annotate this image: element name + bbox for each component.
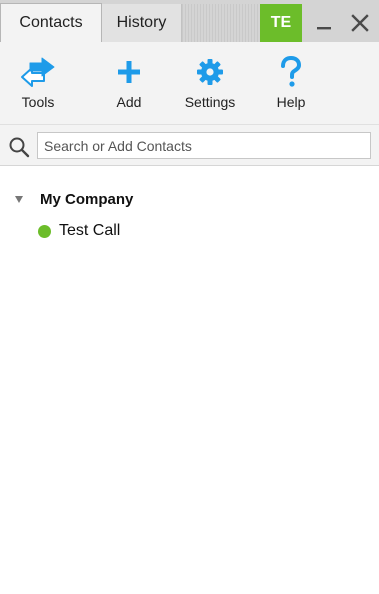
help-label: Help <box>276 94 306 110</box>
search-bar <box>0 124 379 166</box>
list-item[interactable]: Test Call <box>38 220 120 242</box>
avatar[interactable]: TE <box>260 4 302 42</box>
tab-history[interactable]: History <box>102 4 182 42</box>
contact-name: Test Call <box>59 222 121 239</box>
title-drag-area[interactable] <box>182 4 260 42</box>
plus-icon <box>107 54 151 90</box>
presence-status-icon <box>38 224 51 238</box>
question-icon <box>269 54 313 90</box>
close-button[interactable] <box>342 4 378 42</box>
title-bar: Contacts History TE <box>0 0 379 42</box>
add-label: Add <box>116 94 142 110</box>
gear-icon <box>188 54 232 90</box>
group-name: My Company <box>40 190 134 208</box>
close-icon <box>351 14 369 32</box>
group-header[interactable]: My Company <box>14 188 133 210</box>
minimize-icon <box>317 27 331 30</box>
contact-list: My Company Test Call <box>0 166 379 594</box>
tab-contacts[interactable]: Contacts <box>0 3 102 42</box>
tab-contacts-label: Contacts <box>19 14 83 31</box>
tools-button[interactable]: Tools <box>10 42 66 124</box>
settings-button[interactable]: Settings <box>172 42 248 124</box>
toolbar: Tools Add Settings Help <box>0 42 379 124</box>
avatar-initials: TE <box>270 14 292 31</box>
tools-label: Tools <box>21 94 55 110</box>
contacts-window: Contacts History TE Tools Add Settings H… <box>0 0 379 594</box>
tab-history-label: History <box>116 14 167 31</box>
search-icon[interactable] <box>8 136 30 158</box>
minimize-button[interactable] <box>306 4 342 42</box>
tools-icon <box>16 54 60 90</box>
add-contact-button[interactable]: Add <box>104 42 154 124</box>
expand-arrow-icon[interactable] <box>14 194 24 204</box>
settings-label: Settings <box>184 94 236 110</box>
help-button[interactable]: Help <box>268 42 314 124</box>
search-input[interactable] <box>37 132 371 159</box>
